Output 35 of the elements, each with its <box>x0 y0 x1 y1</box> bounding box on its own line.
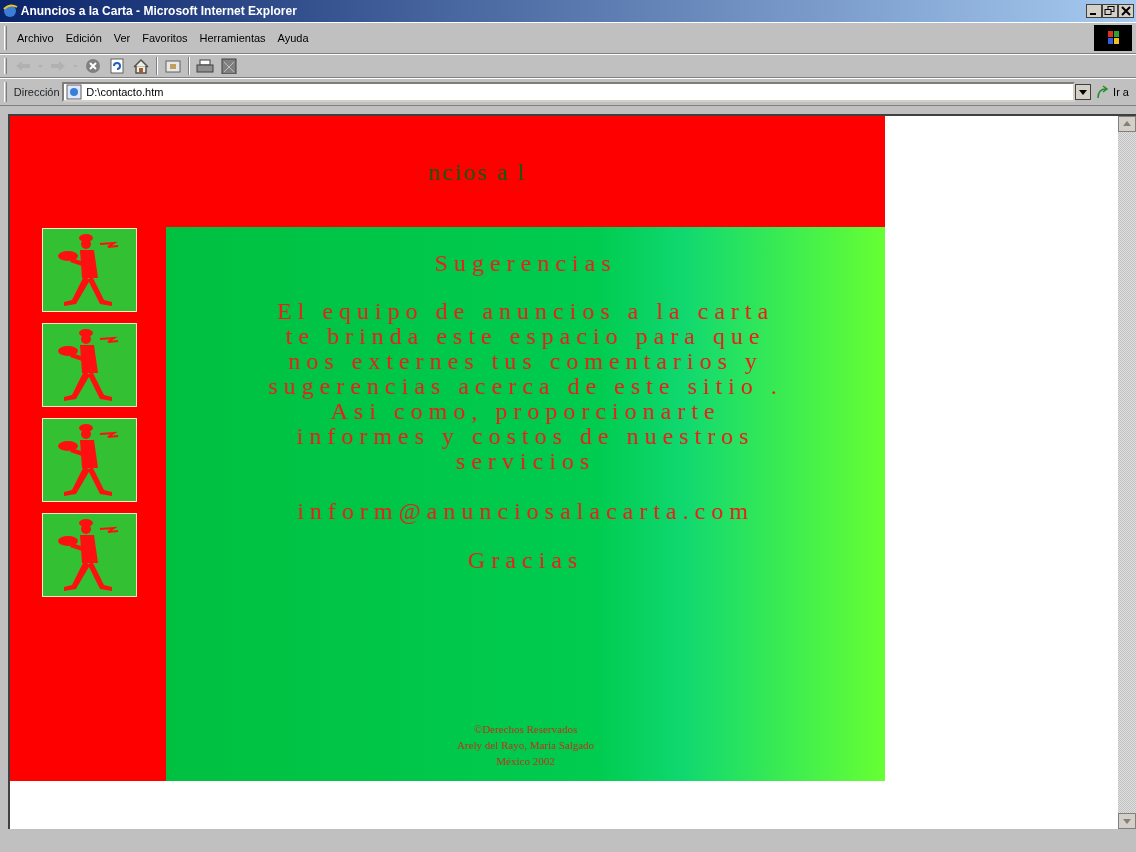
menu-item[interactable]: Ver <box>107 27 137 49</box>
scrollbar[interactable] <box>1118 116 1136 829</box>
printer-icon <box>196 58 214 74</box>
waiter-icon <box>42 513 137 597</box>
page-icon <box>66 84 83 100</box>
address-field[interactable]: D:\contacto.htm <box>62 82 1075 102</box>
go-button[interactable]: Ir a <box>1093 81 1132 103</box>
minimize-icon[interactable] <box>1086 4 1102 18</box>
menu-item[interactable]: Archivo <box>11 27 60 49</box>
ie-logo-icon <box>2 3 18 19</box>
window-title: Anuncios a la Carta - Microsoft Internet Explorer <box>20 3 298 20</box>
menu-item[interactable]: Favoritos <box>136 27 194 49</box>
banner-text: ncios a l <box>428 157 527 187</box>
scroll-down-icon[interactable] <box>1118 813 1136 829</box>
waiter-icon <box>42 323 137 407</box>
go-arrow-icon <box>1096 85 1111 99</box>
menu-item[interactable]: Herramientas <box>193 27 272 49</box>
waiter-icon <box>42 228 137 312</box>
heading: Sugerencias <box>434 251 617 276</box>
thanks-text: Gracias <box>467 548 584 573</box>
address-label: Dirección <box>13 84 60 100</box>
close-icon[interactable] <box>1118 4 1134 18</box>
refresh-icon <box>108 58 126 74</box>
message-paragraph: El equipo de anuncios a la carta te brinda este espacio para que nos externes tus comentarios y sugerencias acerca de este sitio . Asi como, proporcionarte informes y costos de nuestros servicios <box>268 299 783 474</box>
windows-logo-icon <box>1094 25 1132 51</box>
menu-item[interactable]: Ayuda <box>271 27 315 49</box>
footer-text: ©Derechos Reservados Arely del Rayo, Maria Salgado México 2002 <box>456 722 595 769</box>
stop-icon <box>84 58 102 74</box>
restore-icon[interactable] <box>1102 4 1118 18</box>
document-icon <box>220 58 238 74</box>
menu-item[interactable]: Edición <box>59 27 108 49</box>
waiter-icon <box>42 418 137 502</box>
folder-icon <box>164 58 182 74</box>
home-icon <box>132 58 150 74</box>
scroll-up-icon[interactable] <box>1118 116 1136 132</box>
